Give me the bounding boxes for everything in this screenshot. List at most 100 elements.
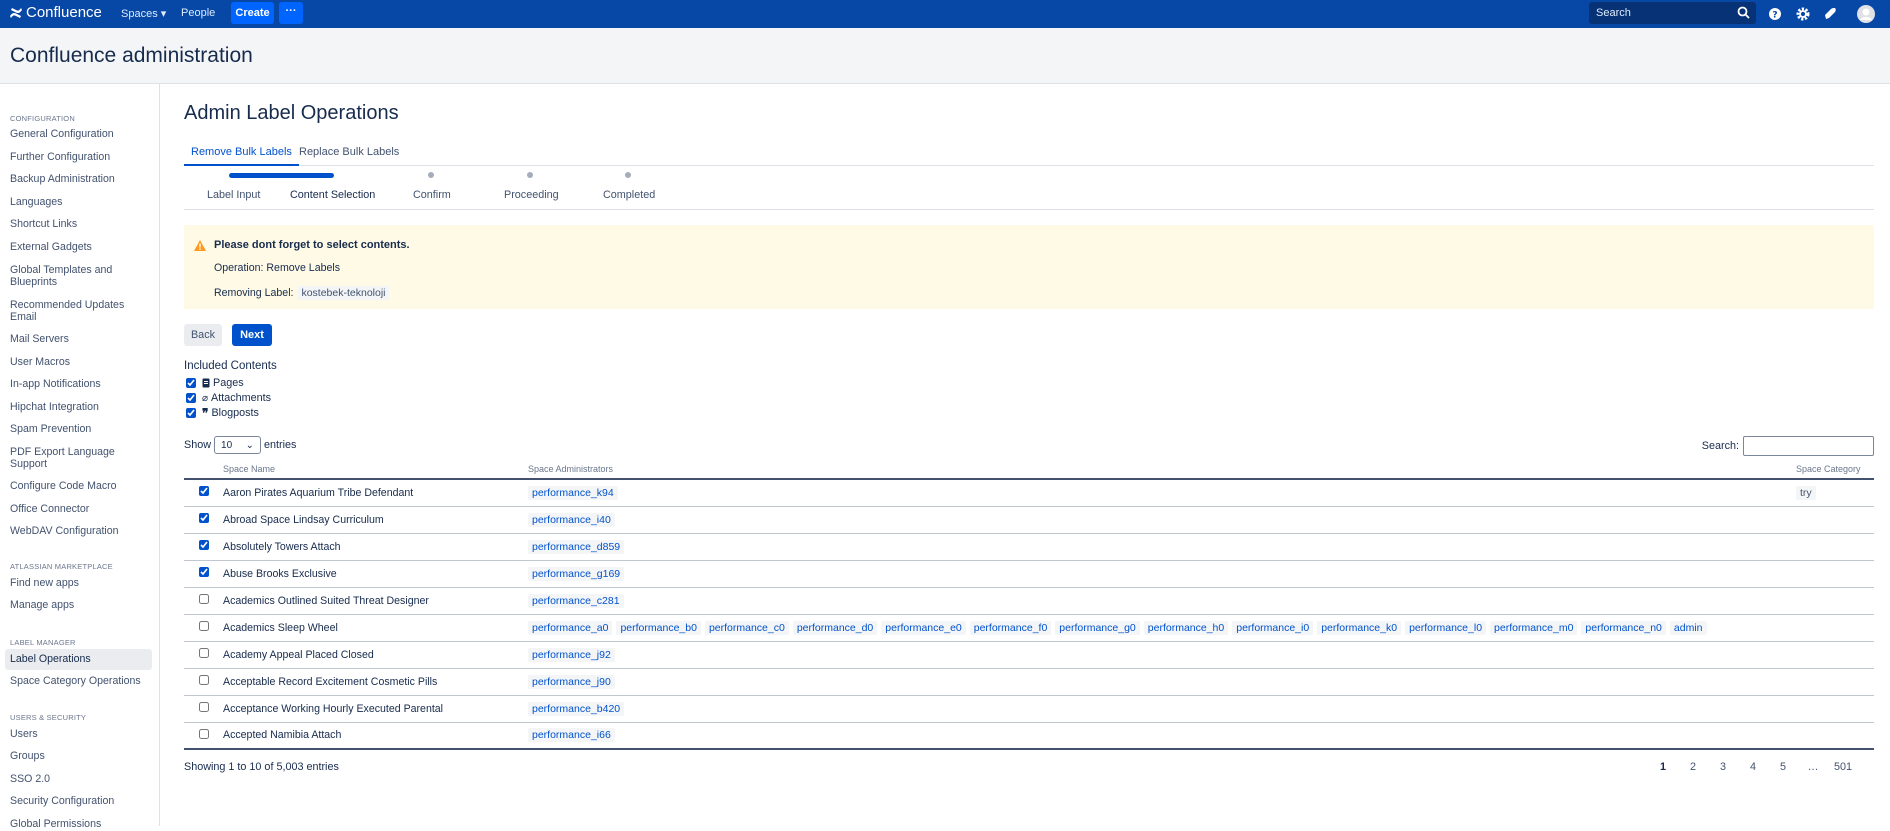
table-row[interactable]: Academy Appeal Placed Closed performance_… — [184, 641, 1874, 669]
page-link[interactable]: 3 — [1708, 761, 1738, 773]
tab-replace-bulk-labels[interactable]: Replace Bulk Labels — [292, 144, 406, 166]
administrator-label[interactable]: performance_g0 — [1055, 620, 1140, 635]
sidebar-item-languages[interactable]: Languages — [10, 196, 150, 209]
sidebar-item-global-permissions[interactable]: Global Permissions — [10, 818, 150, 831]
sidebar-item-office-connector[interactable]: Office Connector — [10, 503, 150, 516]
administrator-label[interactable]: performance_e0 — [881, 620, 966, 635]
row-checkbox[interactable] — [198, 486, 209, 497]
administrator-label[interactable]: performance_a0 — [528, 620, 613, 635]
administrator-label[interactable]: performance_b420 — [528, 701, 625, 716]
page-link[interactable]: 2 — [1678, 761, 1708, 773]
sidebar-item-configure-code-macro[interactable]: Configure Code Macro — [10, 480, 150, 493]
table-row[interactable]: Abroad Space Lindsay Curriculum performan… — [184, 506, 1874, 534]
row-checkbox[interactable] — [198, 702, 209, 712]
administrator-label[interactable]: performance_k94 — [528, 485, 618, 500]
confluence-logo[interactable]: Confluence — [9, 4, 102, 21]
search-input[interactable] — [1589, 2, 1729, 24]
administrator-label[interactable]: performance_b0 — [616, 620, 701, 635]
sidebar-item-label-operations[interactable]: Label Operations — [5, 649, 152, 670]
people-link[interactable]: People — [181, 7, 215, 19]
sidebar-item-backup-administration[interactable]: Backup Administration — [10, 173, 150, 186]
sidebar-item-shortcut-links[interactable]: Shortcut Links — [10, 218, 150, 231]
sidebar-item-user-macros[interactable]: User Macros — [10, 356, 150, 369]
include-pages-checkbox[interactable] — [186, 378, 196, 388]
administrator-label[interactable]: performance_f0 — [969, 620, 1052, 635]
avatar[interactable] — [1856, 4, 1876, 24]
back-button[interactable]: Back — [184, 324, 222, 346]
include-blogposts-checkbox[interactable] — [186, 408, 196, 418]
row-checkbox[interactable] — [198, 540, 209, 550]
administrator-label[interactable]: performance_d0 — [792, 620, 878, 635]
table-row[interactable]: Acceptable Record Excitement Cosmetic Pi… — [184, 668, 1874, 696]
sidebar-item-security-configuration[interactable]: Security Configuration — [10, 795, 150, 808]
table-row[interactable]: Abuse Brooks Exclusive performance_g169 — [184, 560, 1874, 588]
row-checkbox[interactable] — [198, 567, 209, 577]
sidebar-item-pdf-export-language[interactable]: PDF Export Language Support — [10, 446, 120, 470]
administrator-label[interactable]: performance_g169 — [528, 566, 625, 581]
category-label[interactable]: try — [1796, 485, 1816, 500]
table-row[interactable]: Aaron Pirates Aquarium Tribe Defendant pe… — [184, 479, 1874, 507]
row-checkbox[interactable] — [198, 675, 209, 685]
administrator-label[interactable]: performance_i66 — [528, 728, 615, 743]
sidebar-item-external-gadgets[interactable]: External Gadgets — [10, 241, 150, 254]
administrator-label[interactable]: performance_n0 — [1581, 620, 1666, 635]
sidebar-item-further-configuration[interactable]: Further Configuration — [10, 151, 150, 164]
page-link[interactable]: 501 — [1828, 761, 1858, 773]
entries-select[interactable]: 10 ⌄ — [214, 436, 262, 454]
sidebar-item-recommended-updates[interactable]: Recommended Updates Email — [10, 299, 130, 323]
administrator-label[interactable]: performance_c0 — [704, 620, 789, 635]
column-space-category[interactable]: Space Category — [1796, 460, 1874, 480]
sidebar-item-users[interactable]: Users — [10, 728, 150, 741]
sidebar-item-mail-servers[interactable]: Mail Servers — [10, 333, 150, 346]
notifications-icon[interactable] — [1823, 6, 1839, 22]
settings-icon[interactable] — [1795, 6, 1811, 22]
more-create-button[interactable]: ··· — [279, 2, 303, 24]
sidebar-item-manage-apps[interactable]: Manage apps — [10, 599, 150, 612]
row-checkbox[interactable] — [198, 648, 209, 658]
column-space-name[interactable]: Space Name — [223, 460, 528, 480]
sidebar-item-in-app-notifications[interactable]: In-app Notifications — [10, 378, 150, 391]
sidebar-item-spam-prevention[interactable]: Spam Prevention — [10, 423, 150, 436]
administrator-label[interactable]: performance_d859 — [528, 539, 625, 554]
row-checkbox[interactable] — [198, 728, 209, 739]
include-attachments-checkbox[interactable] — [186, 393, 196, 403]
table-row[interactable]: Academics Outlined Suited Threat Designe… — [184, 587, 1874, 615]
row-checkbox[interactable] — [198, 513, 209, 523]
table-row[interactable]: Accepted Namibia Attach performance_i66 — [184, 722, 1874, 750]
administrator-label[interactable]: performance_i0 — [1232, 620, 1314, 635]
sidebar-item-hipchat-integration[interactable]: Hipchat Integration — [10, 401, 150, 414]
page-link[interactable]: 4 — [1738, 761, 1768, 773]
create-button[interactable]: Create — [231, 2, 274, 24]
sidebar-item-sso[interactable]: SSO 2.0 — [10, 773, 150, 786]
administrator-label[interactable]: performance_j92 — [528, 647, 615, 662]
administrator-label[interactable]: performance_j90 — [528, 674, 615, 689]
sidebar-item-general-configuration[interactable]: General Configuration — [10, 128, 150, 141]
table-row[interactable]: Absolutely Towers Attach performance_d859 — [184, 533, 1874, 561]
table-row[interactable]: Academics Sleep Wheel performance_a0 perfo… — [184, 614, 1874, 642]
search-icon[interactable] — [1737, 6, 1750, 19]
tab-remove-bulk-labels[interactable]: Remove Bulk Labels — [184, 144, 299, 166]
page-link[interactable]: 1 — [1648, 761, 1678, 773]
administrator-label[interactable]: performance_c281 — [528, 593, 624, 608]
sidebar-item-space-category-operations[interactable]: Space Category Operations — [10, 675, 150, 688]
help-icon[interactable]: ? — [1767, 6, 1783, 22]
administrator-label[interactable]: admin — [1669, 620, 1707, 635]
row-checkbox[interactable] — [198, 594, 209, 604]
administrator-label[interactable]: performance_i40 — [528, 512, 615, 527]
administrator-label[interactable]: performance_h0 — [1143, 620, 1229, 635]
next-button[interactable]: Next — [232, 324, 272, 346]
page-link[interactable]: 5 — [1768, 761, 1798, 773]
administrator-label[interactable]: performance_l0 — [1405, 620, 1487, 635]
sidebar-item-webdav-configuration[interactable]: WebDAV Configuration — [10, 525, 150, 538]
spaces-menu[interactable]: Spaces ▾ — [121, 7, 166, 20]
table-row[interactable]: Acceptance Working Hourly Executed Paren… — [184, 695, 1874, 723]
row-checkbox[interactable] — [198, 621, 209, 631]
sidebar-item-groups[interactable]: Groups — [10, 750, 150, 763]
column-space-administrators[interactable]: Space Administrators — [528, 460, 1796, 480]
table-search-input[interactable] — [1743, 436, 1874, 456]
sidebar-item-global-templates[interactable]: Global Templates and Blueprints — [10, 264, 125, 288]
administrator-label[interactable]: performance_m0 — [1490, 620, 1578, 635]
sidebar-item-find-new-apps[interactable]: Find new apps — [10, 577, 150, 590]
administrator-label[interactable]: performance_k0 — [1317, 620, 1402, 635]
top-search[interactable] — [1589, 2, 1756, 24]
